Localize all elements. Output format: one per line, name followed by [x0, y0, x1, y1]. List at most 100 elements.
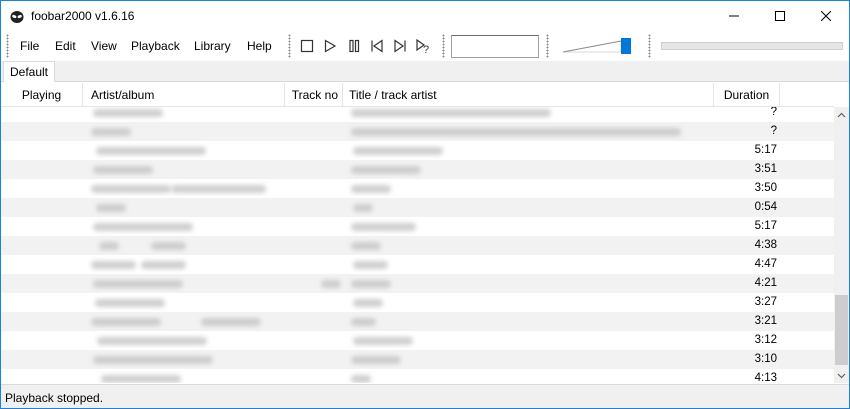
- seekbar[interactable]: [661, 42, 843, 50]
- pause-button[interactable]: [345, 37, 363, 55]
- redacted-text: [351, 242, 381, 250]
- toolbar-grip[interactable]: [288, 34, 291, 58]
- redacted-text: [91, 185, 171, 193]
- redacted-text: [91, 261, 136, 269]
- vertical-scrollbar[interactable]: [834, 107, 849, 383]
- table-row[interactable]: 4:47: [1, 255, 834, 274]
- table-row[interactable]: ?: [1, 122, 834, 141]
- alien-app-icon: [10, 11, 24, 23]
- previous-icon: [371, 39, 383, 53]
- table-row[interactable]: 4:21: [1, 274, 834, 293]
- random-button[interactable]: ?: [414, 37, 432, 55]
- menu-playback[interactable]: Playback: [131, 39, 180, 53]
- redacted-text: [201, 318, 261, 326]
- menu-help[interactable]: Help: [247, 39, 272, 53]
- table-row[interactable]: 3:50: [1, 179, 834, 198]
- column-header-track-no[interactable]: Track no: [285, 83, 343, 107]
- table-row[interactable]: 3:10: [1, 350, 834, 369]
- table-row[interactable]: 5:17: [1, 141, 834, 160]
- seek-field[interactable]: [451, 35, 539, 58]
- redacted-text: [96, 147, 206, 155]
- tab-default[interactable]: Default: [3, 61, 55, 82]
- redacted-text: [351, 318, 376, 326]
- redacted-text: [353, 261, 388, 269]
- duration-cell: 4:13: [754, 372, 777, 383]
- toolbar-grip[interactable]: [442, 34, 445, 58]
- toolbar-grip[interactable]: [546, 34, 549, 58]
- playlist-view[interactable]: Playing Artist/album Track no Title / tr…: [1, 83, 849, 383]
- table-row[interactable]: 0:54: [1, 198, 834, 217]
- minimize-icon: [729, 15, 739, 17]
- redacted-text: [351, 166, 421, 174]
- menu-view[interactable]: View: [91, 39, 117, 53]
- redacted-text: [351, 356, 401, 364]
- redacted-text: [151, 242, 186, 250]
- redacted-text: [353, 299, 383, 307]
- chevron-up-icon: [837, 112, 846, 117]
- duration-cell: 3:50: [754, 182, 777, 194]
- scroll-up-button[interactable]: [834, 107, 849, 122]
- column-header-title[interactable]: Title / track artist: [343, 83, 714, 107]
- duration-cell: 5:17: [754, 144, 777, 156]
- redacted-text: [351, 109, 551, 117]
- column-header-duration[interactable]: Duration: [714, 83, 780, 107]
- duration-cell: 3:51: [754, 163, 777, 175]
- toolbar-grip[interactable]: [6, 34, 9, 58]
- column-header-spacer: [780, 83, 834, 107]
- stop-button[interactable]: [298, 37, 316, 55]
- duration-cell: 3:10: [754, 353, 777, 365]
- title-bar[interactable]: foobar2000 v1.6.16: [1, 1, 849, 31]
- maximize-button[interactable]: [757, 1, 803, 31]
- close-button[interactable]: [803, 1, 849, 31]
- volume-slider[interactable]: [561, 37, 637, 55]
- redacted-text: [93, 223, 193, 231]
- redacted-text: [93, 166, 153, 174]
- menu-file[interactable]: File: [20, 39, 39, 53]
- redacted-text: [91, 318, 161, 326]
- playlist-rows: ?? 5:17 3:51 3:50 0:54 5:17 4:38 4:47 4:21 3:27 3:…: [1, 107, 834, 383]
- playlist-tabs: Default: [1, 61, 849, 82]
- redacted-text: [97, 337, 207, 345]
- table-row[interactable]: 5:17: [1, 217, 834, 236]
- redacted-text: [95, 299, 165, 307]
- redacted-text: [141, 261, 186, 269]
- table-row[interactable]: 3:12: [1, 331, 834, 350]
- redacted-text: [353, 204, 373, 212]
- duration-cell: 5:17: [754, 220, 777, 232]
- column-header-artist-album[interactable]: Artist/album: [83, 83, 285, 107]
- table-row[interactable]: 3:21: [1, 312, 834, 331]
- column-header-playing[interactable]: Playing: [1, 83, 83, 107]
- redacted-text: [171, 185, 266, 193]
- menu-edit[interactable]: Edit: [55, 39, 76, 53]
- previous-button[interactable]: [368, 37, 386, 55]
- redacted-text: [91, 128, 131, 136]
- table-row[interactable]: 4:13: [1, 369, 834, 383]
- minimize-button[interactable]: [711, 1, 757, 31]
- redacted-text: [93, 109, 163, 117]
- chevron-down-icon: [837, 373, 846, 378]
- redacted-text: [353, 147, 443, 155]
- redacted-text: [351, 128, 681, 136]
- duration-cell: ?: [770, 107, 777, 118]
- redacted-text: [351, 280, 391, 288]
- table-row[interactable]: 4:38: [1, 236, 834, 255]
- table-row[interactable]: ?: [1, 107, 834, 122]
- table-row[interactable]: 3:27: [1, 293, 834, 312]
- menu-library[interactable]: Library: [194, 39, 231, 53]
- status-text: Playback stopped.: [5, 391, 104, 405]
- next-button[interactable]: [391, 37, 409, 55]
- table-row[interactable]: 3:51: [1, 160, 834, 179]
- toolbar: File Edit View Playback Library Help ?: [1, 31, 849, 61]
- toolbar-grip[interactable]: [648, 34, 651, 58]
- play-button[interactable]: [321, 37, 339, 55]
- duration-cell: 0:54: [754, 201, 777, 213]
- scroll-down-button[interactable]: [834, 368, 849, 383]
- duration-cell: 3:27: [754, 296, 777, 308]
- scroll-thumb[interactable]: [835, 295, 848, 365]
- play-icon: [324, 39, 337, 53]
- duration-cell: 4:21: [754, 277, 777, 289]
- redacted-text: [351, 375, 371, 383]
- redacted-text: [101, 375, 181, 383]
- redacted-text: [93, 280, 183, 288]
- window-title: foobar2000 v1.6.16: [31, 9, 135, 23]
